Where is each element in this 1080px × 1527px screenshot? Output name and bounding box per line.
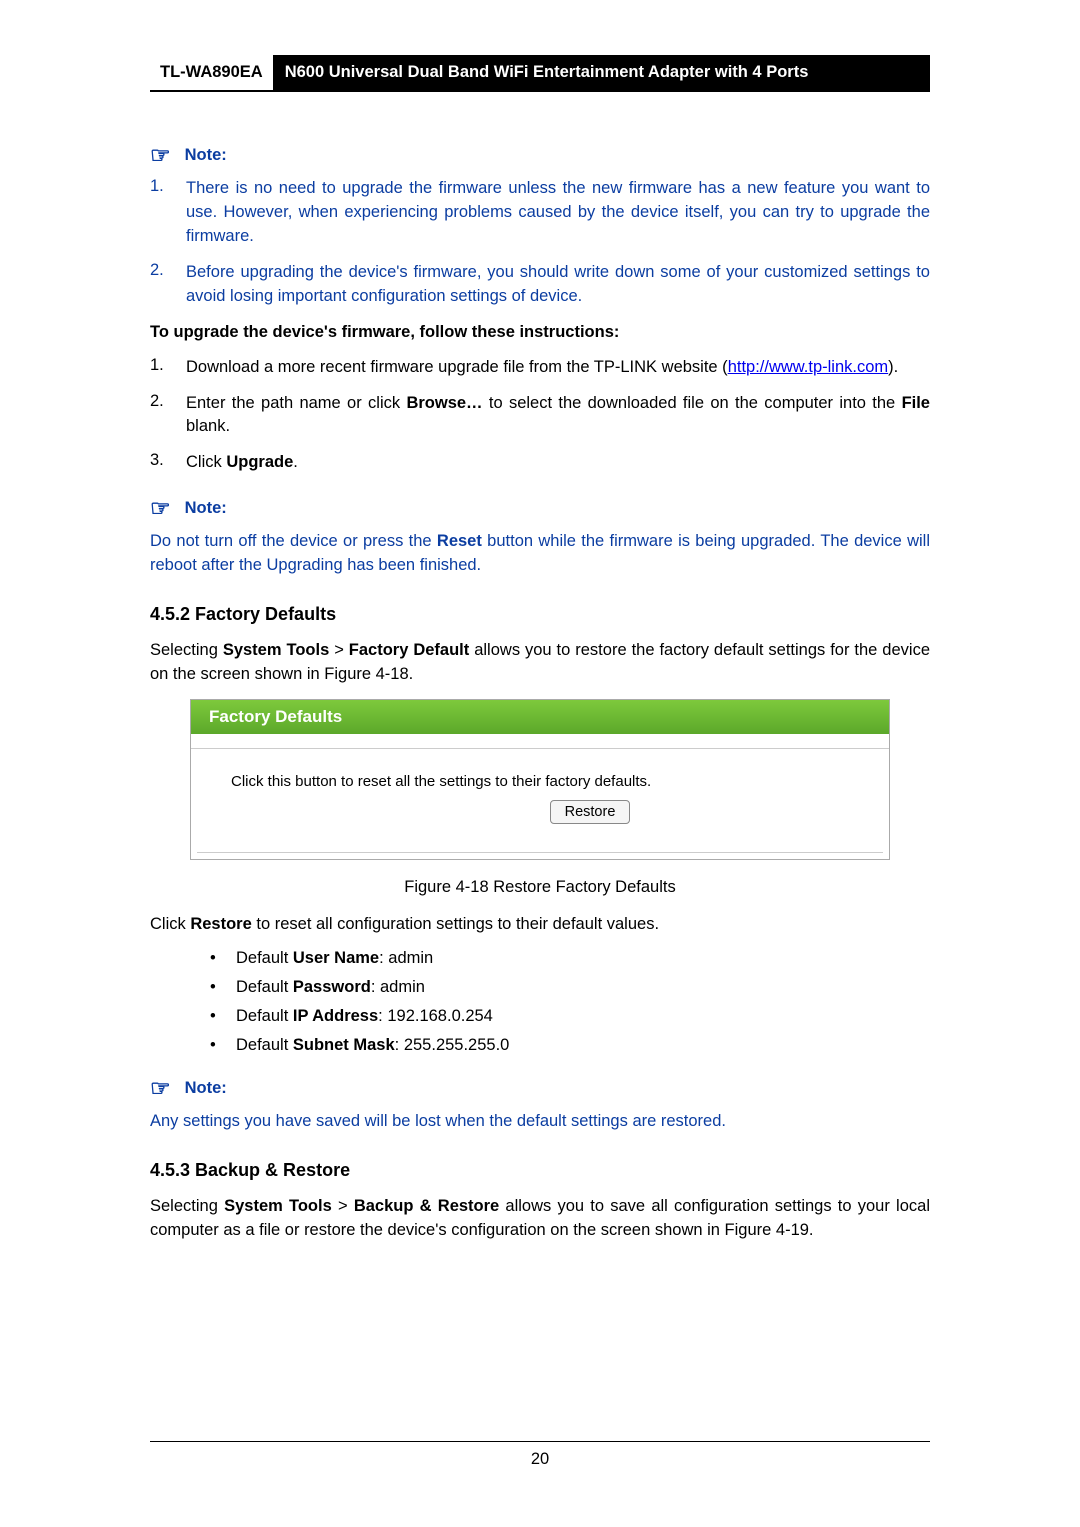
- note-label: Note:: [185, 499, 227, 518]
- restore-bold: Restore: [190, 915, 251, 933]
- upgrade-step-3: 3.Click Upgrade.: [150, 451, 930, 475]
- document-header: TL-WA890EA N600 Universal Dual Band WiFi…: [150, 55, 930, 92]
- restore-pre: Click: [150, 915, 190, 933]
- default-subnet: •Default Subnet Mask: 255.255.255.0: [210, 1036, 930, 1055]
- default-password: •Default Password: admin: [210, 978, 930, 997]
- pointing-hand-icon: ☞: [150, 1075, 171, 1102]
- figure-body-text: Click this button to reset all the setti…: [231, 773, 849, 790]
- note-heading-1: ☞ Note:: [150, 142, 930, 169]
- s452-pre: Selecting: [150, 641, 223, 659]
- section-4-5-2-para: Selecting System Tools > Factory Default…: [150, 639, 930, 687]
- step2-mid: to select the downloaded file on the com…: [483, 394, 902, 412]
- system-tools-label: System Tools: [223, 641, 329, 659]
- step1-pre: Download a more recent firmware upgrade …: [186, 358, 728, 376]
- note-label: Note:: [185, 1079, 227, 1098]
- section-4-5-3-heading: 4.5.3 Backup & Restore: [150, 1160, 930, 1181]
- note-1-list: 1.There is no need to upgrade the firmwa…: [150, 177, 930, 309]
- upgrade-steps-list: 1.Download a more recent firmware upgrad…: [150, 356, 930, 476]
- s453-sep: >: [332, 1197, 354, 1215]
- step1-post: ).: [888, 358, 898, 376]
- s453-pre: Selecting: [150, 1197, 224, 1215]
- step3-pre: Click: [186, 453, 226, 471]
- factory-default-label: Factory Default: [349, 641, 469, 659]
- figure-caption: Figure 4-18 Restore Factory Defaults: [150, 878, 930, 897]
- reset-label: Reset: [437, 532, 482, 550]
- pointing-hand-icon: ☞: [150, 495, 171, 522]
- document-title: N600 Universal Dual Band WiFi Entertainm…: [273, 55, 930, 90]
- note-1-item-1: 1.There is no need to upgrade the firmwa…: [150, 177, 930, 249]
- restore-para: Click Restore to reset all configuration…: [150, 913, 930, 937]
- figure-title: Factory Defaults: [191, 700, 889, 734]
- note-2-text: Do not turn off the device or press the …: [150, 530, 930, 578]
- note-heading-3: ☞ Note:: [150, 1075, 930, 1102]
- upgrade-step-1: 1.Download a more recent firmware upgrad…: [150, 356, 930, 380]
- s452-sep: >: [329, 641, 349, 659]
- note-1-item-2: 2.Before upgrading the device's firmware…: [150, 261, 930, 309]
- step2-pre: Enter the path name or click: [186, 394, 406, 412]
- backup-restore-label: Backup & Restore: [354, 1197, 499, 1215]
- section-4-5-3-para: Selecting System Tools > Backup & Restor…: [150, 1195, 930, 1243]
- upgrade-instructions-heading: To upgrade the device's firmware, follow…: [150, 323, 930, 342]
- model-number: TL-WA890EA: [150, 55, 273, 90]
- system-tools-label-2: System Tools: [224, 1197, 332, 1215]
- upgrade-step-2: 2.Enter the path name or click Browse… t…: [150, 392, 930, 440]
- step3-post: .: [293, 453, 298, 471]
- pointing-hand-icon: ☞: [150, 142, 171, 169]
- file-label: File: [902, 394, 930, 412]
- page-footer: 20: [150, 1441, 930, 1469]
- step2-post: blank.: [186, 417, 230, 435]
- note-label: Note:: [185, 146, 227, 165]
- restore-button[interactable]: Restore: [550, 800, 631, 824]
- tplink-website-link[interactable]: http://www.tp-link.com: [728, 358, 888, 376]
- default-ip: •Default IP Address: 192.168.0.254: [210, 1007, 930, 1026]
- note2-pre: Do not turn off the device or press the: [150, 532, 437, 550]
- restore-post: to reset all configuration settings to t…: [252, 915, 659, 933]
- page-number: 20: [531, 1450, 549, 1468]
- default-username: •Default User Name: admin: [210, 949, 930, 968]
- factory-defaults-figure: Factory Defaults Click this button to re…: [190, 699, 890, 860]
- section-4-5-2-heading: 4.5.2 Factory Defaults: [150, 604, 930, 625]
- browse-label: Browse…: [406, 394, 482, 412]
- note-heading-2: ☞ Note:: [150, 495, 930, 522]
- note-3-text: Any settings you have saved will be lost…: [150, 1110, 930, 1134]
- defaults-list: •Default User Name: admin •Default Passw…: [210, 949, 930, 1055]
- upgrade-label: Upgrade: [226, 453, 293, 471]
